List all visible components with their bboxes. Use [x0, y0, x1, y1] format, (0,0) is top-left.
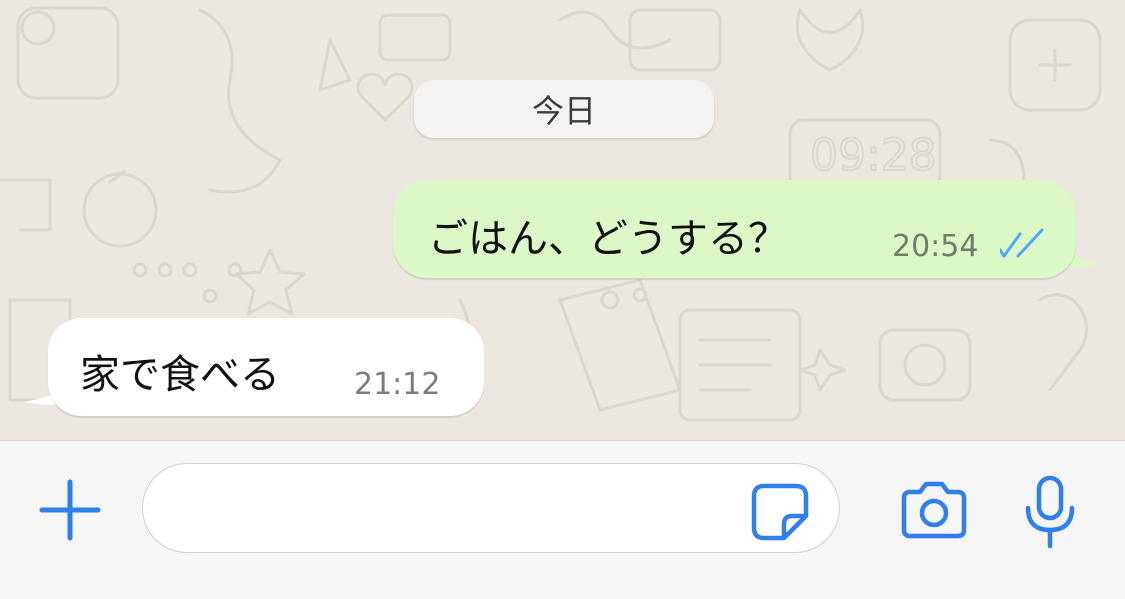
read-ticks-icon: [1000, 228, 1044, 258]
microphone-icon[interactable]: [1020, 474, 1080, 550]
incoming-message-time: 21:12: [354, 367, 441, 402]
date-separator-label: 今日: [531, 92, 596, 130]
date-separator: 今日: [414, 80, 714, 138]
sticker-icon[interactable]: [750, 482, 810, 542]
chat-background: 09:28 今日 ごはん、どうする？ 20:54 家で食べる 21:12: [0, 0, 1125, 440]
plus-icon[interactable]: [36, 476, 104, 544]
outgoing-message-text: ごはん、どうする？: [428, 216, 788, 262]
camera-icon[interactable]: [898, 478, 970, 542]
outgoing-message-time: 20:54: [892, 229, 979, 264]
svg-text:09:28: 09:28: [810, 130, 937, 181]
message-input[interactable]: [173, 482, 737, 536]
message-input-field[interactable]: [142, 463, 840, 553]
incoming-message-text: 家で食べる: [80, 352, 280, 398]
